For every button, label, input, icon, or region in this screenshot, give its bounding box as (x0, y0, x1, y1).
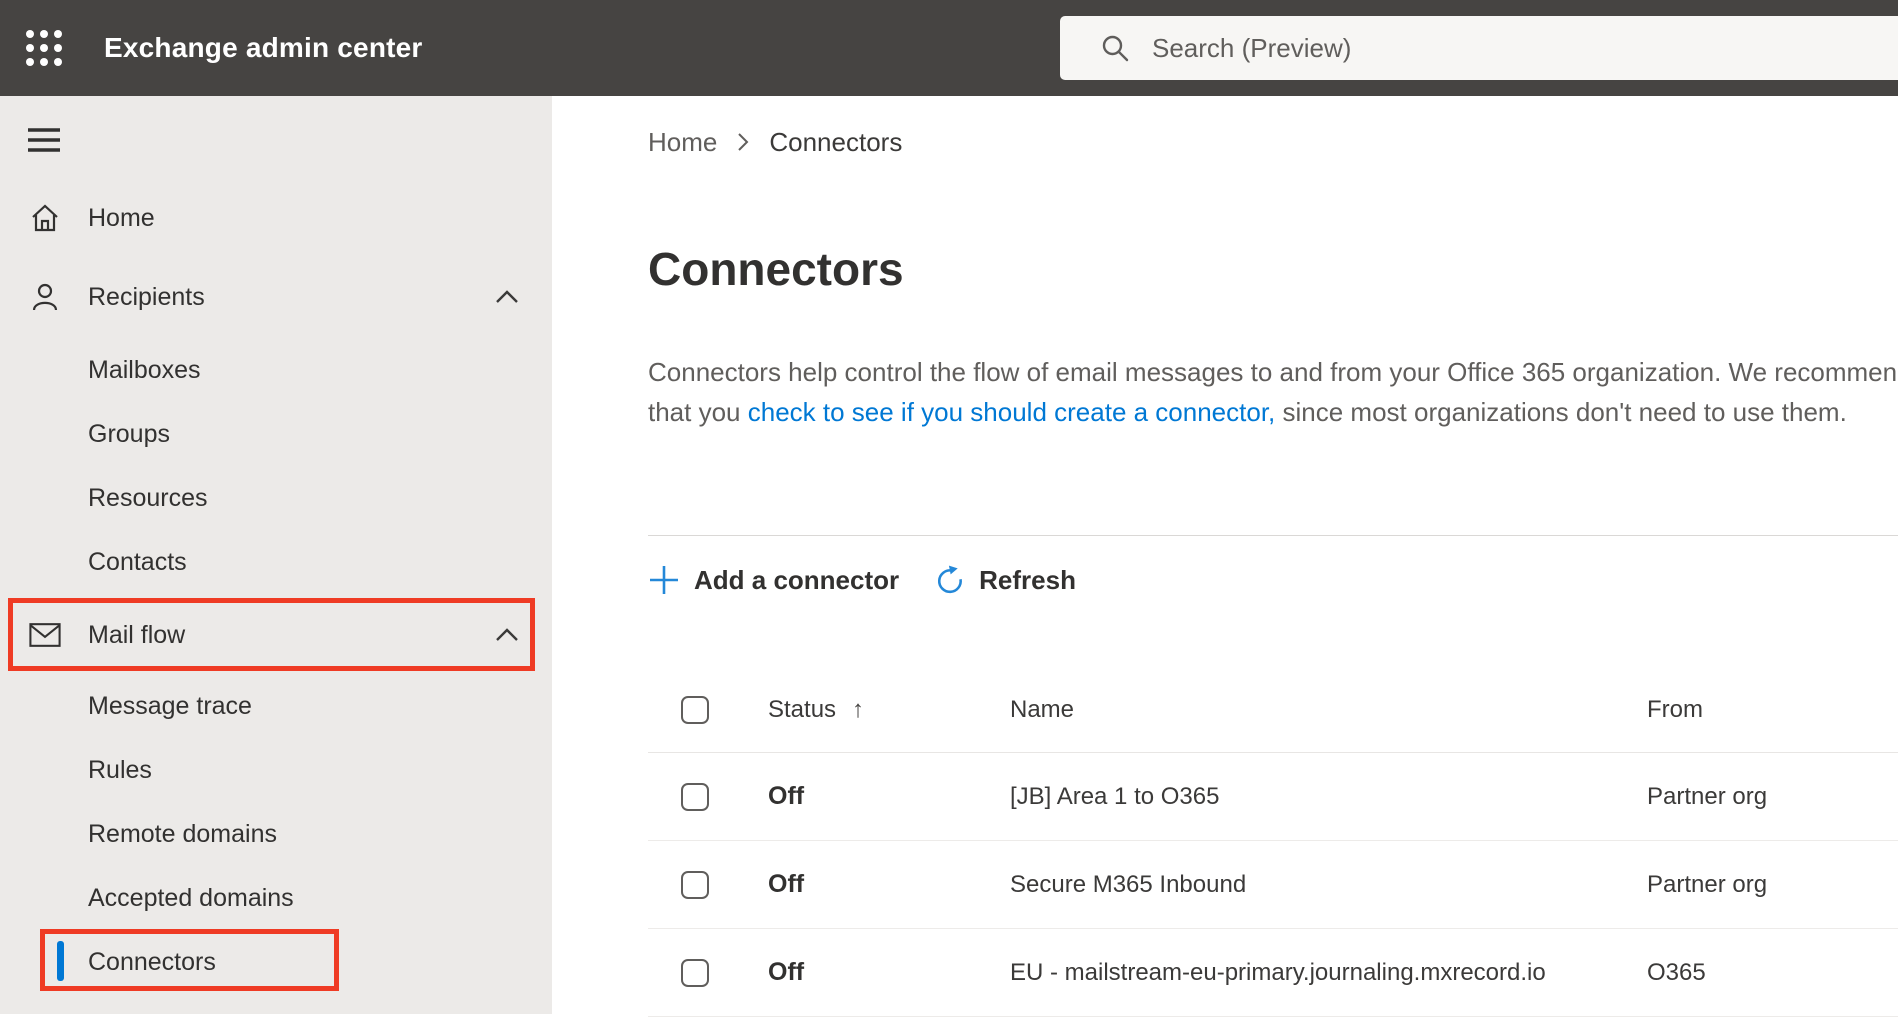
status-header-label: Status (768, 696, 836, 724)
chevron-up-icon[interactable] (494, 289, 520, 305)
header-checkbox-cell (648, 696, 768, 724)
sidebar-item-label: Recipients (88, 283, 205, 312)
sort-ascending-icon: ↑ (852, 696, 864, 724)
nav-collapse-button[interactable] (20, 118, 68, 162)
toolbar: Add a connector Refresh (648, 556, 1898, 604)
select-all-checkbox[interactable] (681, 696, 709, 724)
row-checkbox-cell (648, 783, 768, 811)
status-cell: Off (768, 870, 1010, 899)
sidebar-item-contacts[interactable]: Contacts (0, 530, 552, 594)
create-connector-check-link[interactable]: check to see if you should create a conn… (748, 397, 1276, 427)
selected-item-indicator (57, 941, 64, 981)
plus-icon (648, 564, 680, 596)
chevron-up-icon[interactable] (494, 627, 520, 643)
person-icon (29, 281, 61, 313)
sidebar-item-label: Mailboxes (88, 356, 201, 385)
breadcrumb-chevron-icon (737, 132, 749, 152)
name-cell: EU - mailstream-eu-primary.journaling.mx… (1010, 959, 1647, 987)
sidebar-item-label: Resources (88, 484, 208, 513)
status-cell: Off (768, 958, 1010, 987)
refresh-button[interactable]: Refresh (935, 565, 1076, 596)
from-cell: O365 (1647, 959, 1898, 987)
sidebar-item-label: Message trace (88, 692, 252, 721)
status-cell: Off (768, 782, 1010, 811)
sidebar-item-label: Accepted domains (88, 884, 294, 913)
table-header-row: Status ↑ Name From (648, 657, 1898, 753)
sidebar-item-groups[interactable]: Groups (0, 402, 552, 466)
sidebar-item-recipients[interactable]: Recipients (0, 265, 552, 329)
sidebar: Home Recipients Mailboxes Groups Resourc… (0, 96, 552, 1014)
table-row[interactable]: Off EU - mailstream-eu-primary.journalin… (648, 929, 1898, 1017)
sidebar-item-resources[interactable]: Resources (0, 466, 552, 530)
add-connector-label: Add a connector (694, 565, 899, 596)
sidebar-item-label: Groups (88, 420, 170, 449)
table-row[interactable]: Off [JB] Area 1 to O365 Partner org (648, 753, 1898, 841)
sidebar-item-mailboxes[interactable]: Mailboxes (0, 338, 552, 402)
sidebar-item-label: Contacts (88, 548, 187, 577)
sidebar-item-home[interactable]: Home (0, 186, 552, 250)
sidebar-nav: Home Recipients Mailboxes Groups Resourc… (0, 186, 552, 994)
page-title: Connectors (648, 242, 1898, 296)
column-header-from[interactable]: From (1647, 696, 1898, 724)
hamburger-icon (27, 127, 61, 153)
row-checkbox[interactable] (681, 871, 709, 899)
column-header-status[interactable]: Status ↑ (768, 696, 1010, 724)
search-input[interactable] (1152, 33, 1752, 64)
refresh-label: Refresh (979, 565, 1076, 596)
connectors-table: Status ↑ Name From Off [JB] Area 1 to O3… (648, 657, 1898, 1017)
toolbar-divider (648, 535, 1898, 536)
breadcrumb-home[interactable]: Home (648, 127, 717, 158)
page-description: Connectors help control the flow of emai… (648, 352, 1898, 432)
topbar: Exchange admin center (0, 0, 1898, 96)
sidebar-item-message-trace[interactable]: Message trace (0, 674, 552, 738)
sidebar-item-rules[interactable]: Rules (0, 738, 552, 802)
sidebar-item-accepted-domains[interactable]: Accepted domains (0, 866, 552, 930)
mail-icon (29, 619, 61, 651)
app-launcher-button[interactable] (20, 24, 68, 72)
row-checkbox[interactable] (681, 959, 709, 987)
add-connector-button[interactable]: Add a connector (648, 564, 899, 596)
breadcrumb: Home Connectors (648, 126, 1898, 158)
description-text-after: since most organizations don't need to u… (1275, 397, 1847, 427)
row-checkbox[interactable] (681, 783, 709, 811)
sidebar-item-remote-domains[interactable]: Remote domains (0, 802, 552, 866)
refresh-icon (935, 565, 965, 595)
breadcrumb-current: Connectors (769, 127, 902, 158)
home-icon (29, 202, 61, 234)
sidebar-item-connectors[interactable]: Connectors (0, 930, 552, 994)
sidebar-item-label: Connectors (88, 948, 216, 977)
app-title: Exchange admin center (104, 0, 423, 96)
sidebar-item-label: Rules (88, 756, 152, 785)
name-cell: Secure M365 Inbound (1010, 871, 1647, 899)
column-header-name[interactable]: Name (1010, 696, 1647, 724)
sidebar-item-label: Remote domains (88, 820, 277, 849)
row-checkbox-cell (648, 871, 768, 899)
sidebar-item-label: Mail flow (88, 621, 185, 650)
sidebar-item-mail-flow[interactable]: Mail flow (0, 603, 552, 667)
from-cell: Partner org (1647, 871, 1898, 899)
name-cell: [JB] Area 1 to O365 (1010, 783, 1647, 811)
row-checkbox-cell (648, 959, 768, 987)
from-cell: Partner org (1647, 783, 1898, 811)
waffle-icon (23, 27, 65, 69)
search-icon (1100, 33, 1130, 63)
sidebar-item-label: Home (88, 204, 155, 233)
table-row[interactable]: Off Secure M365 Inbound Partner org (648, 841, 1898, 929)
search-box[interactable] (1060, 16, 1898, 80)
main-content: Home Connectors Connectors Connectors he… (552, 96, 1898, 1014)
